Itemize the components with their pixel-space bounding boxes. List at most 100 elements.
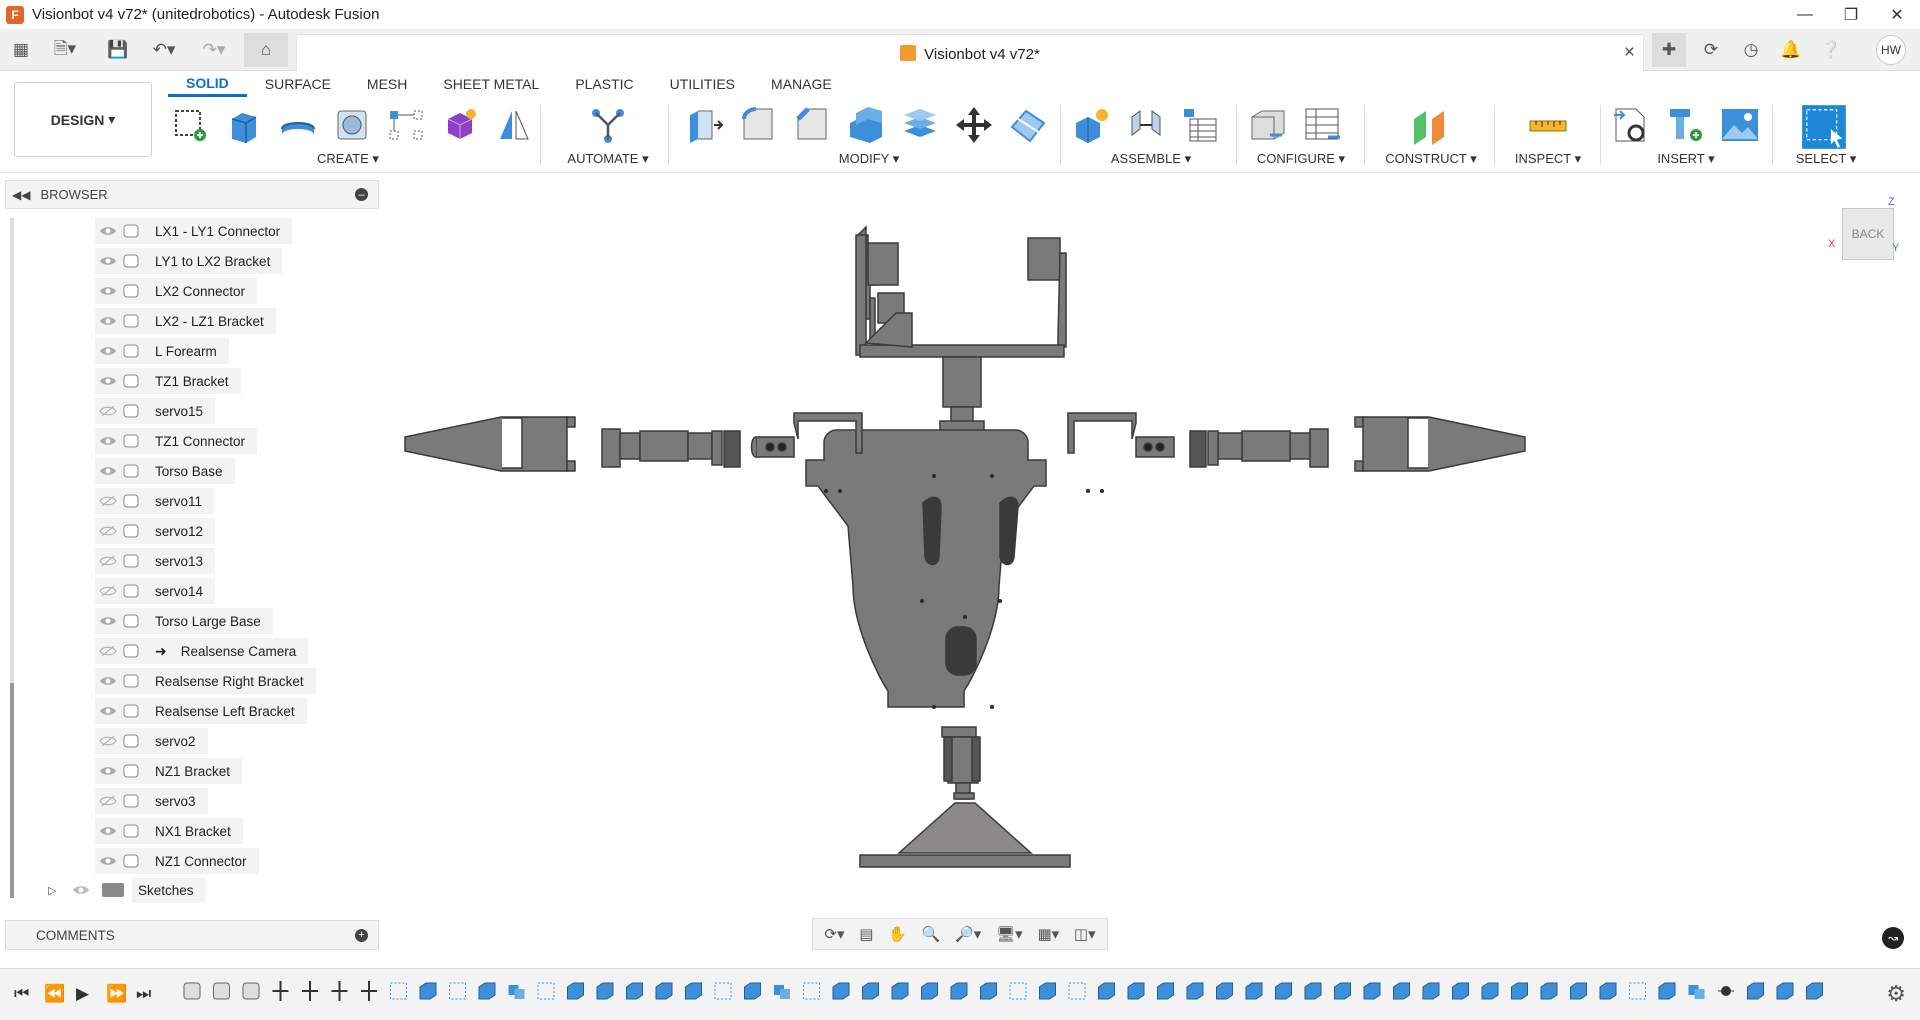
select-tool-icon[interactable]	[1800, 103, 1848, 151]
tab-utilities[interactable]: UTILITIES	[652, 71, 753, 97]
chamfer-icon[interactable]	[790, 103, 834, 147]
create-group-label[interactable]: CREATE	[317, 151, 369, 166]
collapse-browser-icon[interactable]: ◀◀	[12, 188, 30, 202]
insert-group-label[interactable]: INSERT	[1657, 151, 1704, 166]
timeline-feature[interactable]	[744, 982, 761, 1000]
viewports-icon[interactable]: ◫▾	[1074, 925, 1096, 943]
timeline-feature[interactable]	[1570, 982, 1587, 1000]
eye-icon[interactable]	[95, 698, 121, 724]
timeline-feature[interactable]	[302, 981, 318, 1001]
eye-icon[interactable]	[95, 218, 121, 244]
browser-tree-item[interactable]: ➜ Realsense Camera	[95, 638, 309, 664]
timeline-feature[interactable]	[980, 982, 997, 1000]
timeline-feature[interactable]	[419, 982, 437, 1000]
extensions-icon[interactable]: ⟳	[1696, 37, 1726, 63]
timeline-feature[interactable]	[508, 985, 525, 999]
timeline-feature[interactable]	[213, 982, 230, 1000]
scrollbar-thumb[interactable]	[10, 683, 14, 898]
measure-icon[interactable]	[1526, 103, 1570, 147]
modify-group-label[interactable]: MODIFY	[839, 151, 889, 166]
eye-icon[interactable]	[95, 608, 121, 634]
eye-icon[interactable]	[95, 758, 121, 784]
eye-icon[interactable]	[95, 818, 121, 844]
step-back-icon[interactable]: ⏪	[44, 984, 65, 1004]
timeline-feature[interactable]	[1216, 982, 1233, 1000]
timeline-feature[interactable]	[1039, 982, 1056, 1000]
browser-tree-item[interactable]: NX1 Bracket	[95, 818, 243, 844]
select-group-label[interactable]: SELECT	[1796, 151, 1846, 166]
workspace-switcher-button[interactable]: DESIGN ▾	[14, 82, 152, 157]
timeline-feature[interactable]	[272, 981, 289, 1001]
timeline-feature[interactable]	[1688, 985, 1705, 999]
fillet-icon[interactable]	[736, 103, 780, 147]
timeline-feature[interactable]	[950, 982, 968, 1000]
eye-icon[interactable]	[95, 278, 121, 304]
browser-tree-item[interactable]: servo3	[95, 788, 208, 814]
timeline-feature[interactable]	[1776, 982, 1794, 1000]
timeline-feature[interactable]	[449, 982, 466, 1000]
joint-icon[interactable]	[1124, 103, 1168, 147]
configuration-table-icon[interactable]	[1300, 103, 1344, 147]
timeline-feature[interactable]	[1481, 982, 1499, 1000]
eye-icon[interactable]	[95, 308, 121, 334]
assemble-group-label[interactable]: ASSEMBLE	[1111, 151, 1181, 166]
timeline-feature[interactable]	[1275, 982, 1292, 1000]
timeline-feature[interactable]	[685, 982, 702, 1000]
eye-icon[interactable]	[95, 338, 121, 364]
eye-hidden-icon[interactable]	[95, 578, 121, 604]
help-icon[interactable]: ❔	[1816, 37, 1846, 63]
timeline-feature[interactable]	[803, 982, 820, 1000]
zoom-icon[interactable]: 🔍	[922, 925, 941, 943]
timeline-feature[interactable]	[1186, 982, 1204, 1000]
browser-tree-item[interactable]: LX2 - LZ1 Bracket	[95, 308, 276, 334]
browser-tree-item[interactable]: servo2	[95, 728, 208, 754]
bill-of-materials-icon[interactable]	[1178, 103, 1222, 147]
grid-settings-icon[interactable]: ▦▾	[1037, 925, 1059, 943]
redo-icon[interactable]: ↷▾	[196, 37, 232, 63]
configure-component-icon[interactable]	[1246, 103, 1290, 147]
close-tab-icon[interactable]: ×	[1624, 42, 1635, 64]
restore-icon[interactable]: ❐	[1828, 0, 1874, 29]
comments-panel[interactable]: COMMENTS +	[5, 920, 379, 950]
insert-mcmaster-icon[interactable]	[1664, 103, 1708, 147]
browser-tree-item[interactable]: Realsense Left Bracket	[95, 698, 307, 724]
timeline-feature[interactable]	[596, 982, 614, 1000]
notifications-bell-icon[interactable]: 🔔	[1776, 37, 1806, 63]
browser-tree-item[interactable]: TZ1 Bracket	[95, 368, 241, 394]
new-tab-plus-icon[interactable]: ✚	[1652, 33, 1686, 67]
hole-icon[interactable]	[330, 103, 374, 147]
browser-tree-item[interactable]: Realsense Right Bracket	[95, 668, 316, 694]
inspect-group-label[interactable]: INSPECT	[1515, 151, 1571, 166]
timeline-feature[interactable]	[331, 981, 348, 1001]
eye-icon[interactable]	[95, 248, 121, 274]
timeline-feature[interactable]	[1806, 982, 1823, 1000]
timeline-feature[interactable]	[1363, 982, 1381, 1000]
browser-tree-item[interactable]: Torso Large Base	[95, 608, 273, 634]
browser-tree-item[interactable]: Torso Base	[95, 458, 235, 484]
sketches-folder[interactable]: ▷ Sketches	[48, 877, 206, 903]
offset-plane-icon[interactable]	[1408, 103, 1452, 147]
timeline-feature[interactable]	[1245, 982, 1263, 1000]
pattern-icon[interactable]	[384, 103, 428, 147]
document-tab[interactable]: Visionbot v4 v72* ×	[296, 34, 1644, 71]
home-icon[interactable]: ⌂	[244, 33, 288, 67]
eye-icon[interactable]	[95, 428, 121, 454]
eye-icon[interactable]	[95, 848, 121, 874]
browser-tree-item[interactable]: servo13	[95, 548, 216, 574]
undo-icon[interactable]: ↶▾	[146, 37, 182, 63]
tab-plastic[interactable]: PLASTIC	[557, 71, 651, 97]
timeline-feature[interactable]	[390, 982, 407, 1000]
eye-icon[interactable]	[95, 458, 121, 484]
browser-tree-item[interactable]: servo12	[95, 518, 216, 544]
eye-hidden-icon[interactable]	[95, 548, 121, 574]
timeline-feature[interactable]	[1599, 982, 1617, 1000]
move-copy-icon[interactable]	[952, 103, 996, 147]
view-cube-face[interactable]: BACK	[1842, 208, 1894, 260]
tab-sheet-metal[interactable]: SHEET METAL	[425, 71, 557, 97]
insert-canvas-icon[interactable]	[1718, 103, 1762, 147]
pan-hand-icon[interactable]: ✋	[888, 925, 907, 943]
extrude-icon[interactable]	[222, 103, 266, 147]
timeline-features[interactable]	[180, 979, 1860, 1003]
play-icon[interactable]: ▶	[76, 984, 89, 1004]
save-icon[interactable]: 💾	[106, 37, 130, 63]
